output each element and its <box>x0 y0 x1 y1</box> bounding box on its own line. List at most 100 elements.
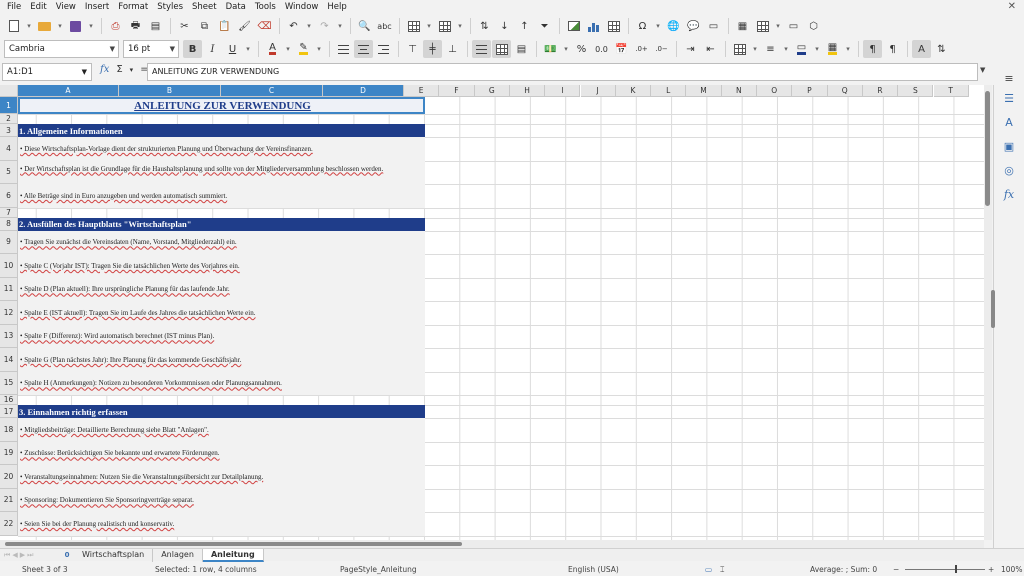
sum-icon[interactable]: Σ <box>116 64 122 75</box>
column-header-d[interactable]: D <box>323 85 404 97</box>
expand-formula-icon[interactable]: ▼ <box>980 66 985 74</box>
instruction-cell[interactable]: • Der Wirtschaftsplan ist die Grundlage … <box>18 160 425 184</box>
column-header-r[interactable]: R <box>862 85 899 97</box>
instruction-cell[interactable]: • Tragen Sie zunächst die Vereinsdaten (… <box>18 230 425 254</box>
next-sheet-icon[interactable]: ▶ <box>20 551 25 559</box>
currency-dropdown-icon[interactable]: ▾ <box>561 40 571 58</box>
menu-insert[interactable]: Insert <box>82 2 115 12</box>
zoom-level[interactable]: 100% <box>1001 565 1022 574</box>
menu-file[interactable]: File <box>4 2 27 12</box>
column-header-t[interactable]: T <box>933 85 969 97</box>
add-sheet-button[interactable]: 0 <box>60 551 74 559</box>
instruction-cell[interactable]: • Seien Sie bei der Planung realistisch … <box>18 512 425 536</box>
special-character-dropdown-icon[interactable]: ▾ <box>653 17 663 35</box>
text-language[interactable]: English (USA) <box>568 565 619 574</box>
merge-center-button[interactable] <box>492 40 511 58</box>
font-color-dropdown-icon[interactable]: ▾ <box>283 40 293 58</box>
row-header[interactable]: 13 <box>0 324 18 348</box>
borders-button[interactable] <box>730 40 749 58</box>
zoom-slider-knob[interactable] <box>955 565 957 573</box>
row-header[interactable]: 3 <box>0 124 18 137</box>
styles-icon[interactable]: A <box>1002 115 1016 129</box>
font-name-combo[interactable]: Cambria ▼ <box>4 40 119 58</box>
row-header[interactable]: 4 <box>0 137 18 161</box>
center-vertically-button[interactable]: ╪ <box>423 40 442 58</box>
hyperlink-button[interactable]: 🌐 <box>664 17 683 35</box>
column-header-s[interactable]: S <box>898 85 934 97</box>
freeze-dropdown-icon[interactable]: ▾ <box>773 17 783 35</box>
show-draw-functions-button[interactable]: ⬡ <box>804 17 823 35</box>
sidebar-resize-handle[interactable] <box>991 290 995 328</box>
last-sheet-icon[interactable]: ⏭ <box>27 551 33 560</box>
row-header[interactable]: 9 <box>0 230 18 254</box>
clear-format-button[interactable]: ⌫ <box>255 17 274 35</box>
insert-chart-button[interactable] <box>584 17 603 35</box>
clone-format-button[interactable]: 🖌 <box>235 17 254 35</box>
number-format-button[interactable]: 0.0 <box>592 40 611 58</box>
navigator-icon[interactable]: ◎ <box>1002 163 1016 177</box>
column-header-g[interactable]: G <box>474 85 510 97</box>
column-header-l[interactable]: L <box>651 85 687 97</box>
sidebar-menu-icon[interactable]: ≡ <box>1002 71 1016 85</box>
align-right-button[interactable] <box>374 40 393 58</box>
undo-button[interactable]: ↶ <box>284 17 303 35</box>
instruction-cell[interactable]: • Spalte D (Plan aktuell): Ihre ursprüng… <box>18 277 425 301</box>
sort-button[interactable]: ⇅ <box>475 17 494 35</box>
vertical-scroll-thumb[interactable] <box>985 91 990 206</box>
formula-input[interactable]: ANLEITUNG ZUR VERWENDUNG <box>147 63 978 81</box>
instruction-cell[interactable]: • Spalte H (Anmerkungen): Notizen zu bes… <box>18 371 425 395</box>
background-color-button[interactable]: ▦ <box>823 40 842 58</box>
wrap-text-button[interactable] <box>472 40 491 58</box>
tab-anlagen[interactable]: Anlagen <box>153 548 203 562</box>
row-header[interactable]: 18 <box>0 418 18 442</box>
instruction-cell[interactable]: • Spalte G (Plan nächstes Jahr): Ihre Pl… <box>18 348 425 372</box>
selection-mode-icon[interactable]: ▭ <box>705 565 712 574</box>
row-header[interactable]: 15 <box>0 371 18 395</box>
spreadsheet-grid[interactable]: A B C D E F G H I J K L M N O P Q R S T 1 ANLEITUNG ZUR VERWE… <box>0 85 984 540</box>
column-header-m[interactable]: M <box>686 85 722 97</box>
row-header[interactable]: 21 <box>0 488 18 512</box>
cut-button[interactable]: ✂ <box>175 17 194 35</box>
menu-help[interactable]: Help <box>324 2 352 12</box>
column-header-i[interactable]: I <box>545 85 581 97</box>
delete-decimal-button[interactable]: .0− <box>652 40 671 58</box>
close-document-icon[interactable]: ✕ <box>1008 1 1016 12</box>
text-horizontal-button[interactable]: A <box>912 40 931 58</box>
paste-button[interactable]: 📋 <box>215 17 234 35</box>
title-cell[interactable]: ANLEITUNG ZUR VERWENDUNG <box>18 97 425 114</box>
instruction-cell[interactable] <box>18 208 425 218</box>
zoom-slider[interactable] <box>905 569 985 570</box>
menu-data[interactable]: Data <box>223 2 252 12</box>
new-dropdown-icon[interactable]: ▾ <box>24 17 34 35</box>
page-style[interactable]: PageStyle_Anleitung <box>340 565 417 574</box>
increase-indent-button[interactable]: ⇥ <box>681 40 700 58</box>
copy-button[interactable]: ⧉ <box>195 17 214 35</box>
italic-button[interactable]: I <box>203 40 222 58</box>
insert-image-button[interactable] <box>564 17 583 35</box>
instruction-cell[interactable]: • Diese Wirtschaftsplan-Vorlage dient de… <box>18 137 425 161</box>
save-button[interactable] <box>66 17 85 35</box>
percent-format-button[interactable]: % <box>572 40 591 58</box>
column-header-e[interactable]: E <box>404 85 440 97</box>
section-heading-cell[interactable]: 2. Ausfüllen des Hauptblatts "Wirtschaft… <box>18 217 425 231</box>
border-color-dropdown-icon[interactable]: ▾ <box>812 40 822 58</box>
row-header[interactable]: 11 <box>0 277 18 301</box>
column-header-j[interactable]: J <box>580 85 616 97</box>
align-bottom-button[interactable]: ⊥ <box>443 40 462 58</box>
split-window-button[interactable]: ▭ <box>784 17 803 35</box>
instruction-cell[interactable]: • Spalte F (Differenz): Wird automatisch… <box>18 324 425 348</box>
instruction-cell[interactable] <box>18 395 425 405</box>
border-style-dropdown-icon[interactable]: ▾ <box>781 40 791 58</box>
row-header[interactable]: 12 <box>0 301 18 325</box>
align-top-button[interactable]: ⊤ <box>403 40 422 58</box>
comment-button[interactable]: 💬 <box>684 17 703 35</box>
row-button[interactable] <box>404 17 423 35</box>
row-header[interactable]: 19 <box>0 441 18 465</box>
row-header[interactable]: 5 <box>0 160 18 184</box>
section-heading-cell[interactable]: 1. Allgemeine Informationen <box>18 124 425 137</box>
instruction-cell[interactable]: • Sponsoring: Dokumentieren Sie Sponsori… <box>18 488 425 512</box>
column-header-p[interactable]: P <box>792 85 828 97</box>
borders-dropdown-icon[interactable]: ▾ <box>750 40 760 58</box>
row-header[interactable]: 10 <box>0 254 18 278</box>
row-header[interactable]: 8 <box>0 217 18 231</box>
